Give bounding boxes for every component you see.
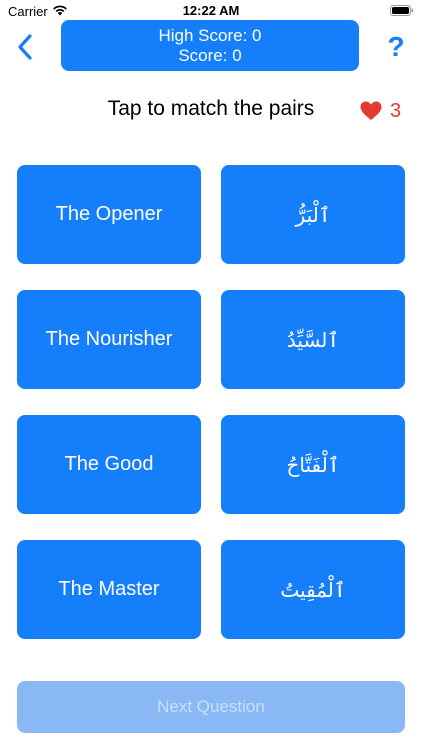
status-bar: Carrier 12:22 AM bbox=[0, 0, 422, 22]
chevron-left-icon bbox=[18, 34, 32, 60]
match-tile-arabic[interactable]: ٱلسَّيِّدُ bbox=[221, 290, 405, 389]
score-label: Score: 0 bbox=[178, 45, 242, 65]
instruction-text: Tap to match the pairs bbox=[107, 97, 315, 120]
score-panel: High Score: 0 Score: 0 bbox=[61, 20, 359, 71]
next-question-button[interactable]: Next Question bbox=[17, 681, 405, 733]
battery-icon bbox=[390, 5, 413, 16]
match-tile-english[interactable]: The Nourisher bbox=[17, 290, 201, 389]
match-tile-english[interactable]: The Good bbox=[17, 415, 201, 514]
back-button[interactable] bbox=[10, 30, 40, 64]
lives-count: 3 bbox=[390, 99, 402, 122]
heart-icon bbox=[360, 101, 382, 120]
match-tile-arabic[interactable]: ٱلْبَرُّ bbox=[221, 165, 405, 264]
match-tile-arabic[interactable]: ٱلْمُقِيتُ bbox=[221, 540, 405, 639]
match-tile-arabic[interactable]: ٱلْفَتَّاحُ bbox=[221, 415, 405, 514]
high-score-label: High Score: 0 bbox=[158, 25, 262, 45]
match-tile-english[interactable]: The Master bbox=[17, 540, 201, 639]
match-tile-english[interactable]: The Opener bbox=[17, 165, 201, 264]
help-button[interactable]: ? bbox=[381, 30, 411, 64]
clock: 12:22 AM bbox=[182, 3, 240, 18]
lives-indicator: 3 bbox=[360, 99, 401, 123]
